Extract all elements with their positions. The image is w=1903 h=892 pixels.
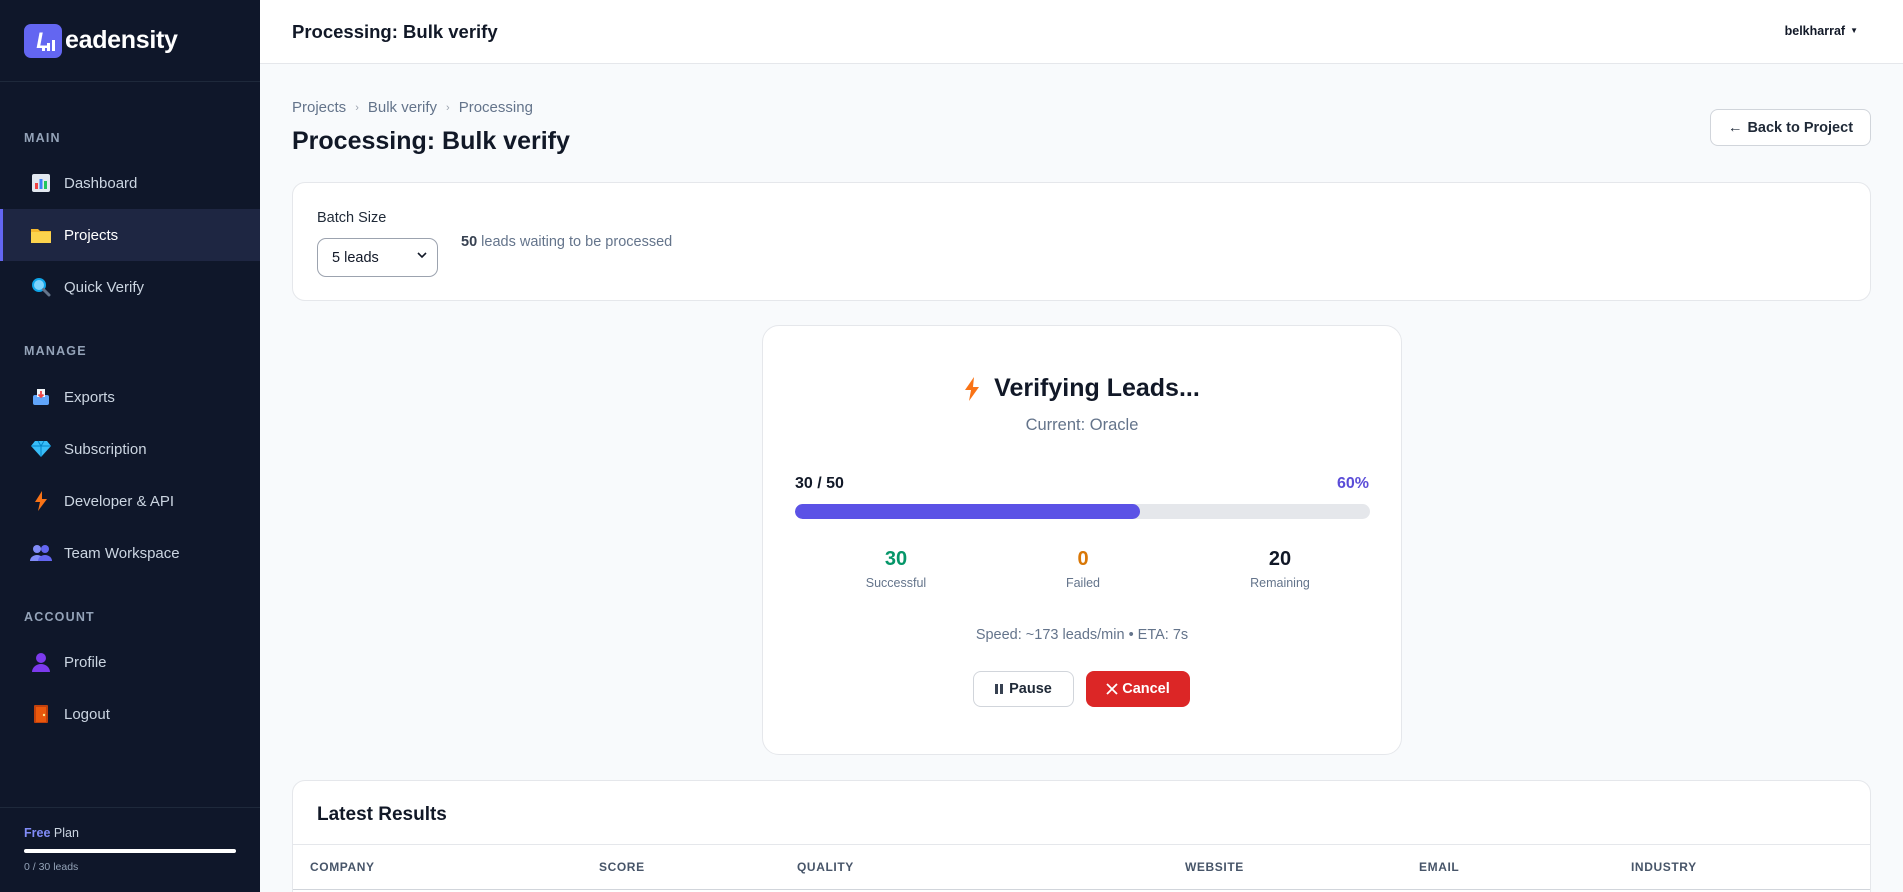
latest-results-card: Latest Results COMPANY SCORE QUALITY WEB… <box>292 780 1871 892</box>
brand[interactable]: L eadensity <box>0 0 260 82</box>
sidebar-item-label: Subscription <box>64 440 147 458</box>
progress-count: 30 / 50 <box>795 475 844 492</box>
column-header-email[interactable]: EMAIL <box>1419 860 1459 874</box>
brand-name: eadensity <box>65 26 178 54</box>
plan-tier: Free <box>24 826 51 840</box>
breadcrumb-processing: Processing <box>458 99 533 116</box>
sidebar-item-label: Exports <box>64 388 115 406</box>
plan-word: Plan <box>53 826 79 840</box>
batch-size-card: Batch Size 5 leads 50 leads waiting to b… <box>292 182 1871 301</box>
sidebar-item-label: Logout <box>64 705 110 723</box>
pause-button[interactable]: Pause <box>973 671 1074 707</box>
user-name: belkharraf <box>1784 24 1846 38</box>
lightning-icon <box>964 376 980 401</box>
divider <box>293 889 1870 890</box>
stat-failed-label: Failed <box>1065 576 1101 590</box>
topbar: Processing: Bulk verify belkharraf ▼ <box>260 0 1903 64</box>
inbox-tray-icon <box>30 386 52 408</box>
section-label-account: ACCOUNT <box>24 610 95 624</box>
stat-failed-value: 0 <box>1077 548 1089 570</box>
lightning-icon <box>30 490 52 512</box>
plan-usage-bar <box>24 849 236 853</box>
column-header-website[interactable]: WEBSITE <box>1185 860 1244 874</box>
stat-remaining-label: Remaining <box>1250 576 1310 590</box>
column-header-company[interactable]: COMPANY <box>310 860 375 874</box>
cancel-label: Cancel <box>1122 681 1170 697</box>
pause-label: Pause <box>1009 681 1052 697</box>
column-header-score[interactable]: SCORE <box>599 860 645 874</box>
sidebar-item-label: Quick Verify <box>64 278 145 296</box>
caret-down-icon: ▼ <box>1850 26 1858 35</box>
magnifier-icon <box>30 276 52 298</box>
topbar-title: Processing: Bulk verify <box>292 20 498 42</box>
sidebar-item-team-workspace[interactable]: Team Workspace <box>0 527 260 579</box>
sidebar-item-label: Team Workspace <box>64 544 180 562</box>
bar-chart-icon <box>30 172 52 194</box>
sidebar-item-projects[interactable]: Projects <box>0 209 260 261</box>
waiting-label: leads waiting to be processed <box>481 234 673 250</box>
user-menu[interactable]: belkharraf ▼ <box>1785 24 1858 38</box>
arrow-left-icon: ← <box>1727 119 1743 136</box>
progress-bar <box>795 504 1370 519</box>
progress-percent: 60% <box>1336 475 1369 492</box>
sidebar-item-label: Dashboard <box>64 174 138 192</box>
sidebar-item-profile[interactable]: Profile <box>0 636 260 688</box>
stat-successful-label: Successful <box>865 576 927 590</box>
chevron-right-icon: › <box>355 101 359 114</box>
batch-size-select[interactable]: 5 leads <box>317 238 438 277</box>
verifying-title-text: Verifying Leads... <box>994 374 1200 402</box>
folder-icon <box>30 224 52 246</box>
stat-remaining: 20 Remaining <box>1205 548 1355 590</box>
column-header-industry[interactable]: INDUSTRY <box>1631 860 1697 874</box>
stat-failed: 0 Failed <box>1008 548 1158 590</box>
gem-icon <box>30 438 52 460</box>
plan-widget: Free Plan 0 / 30 leads <box>0 807 260 892</box>
latest-results-title: Latest Results <box>317 804 447 825</box>
plan-title: Free Plan <box>24 826 236 840</box>
plan-usage: 0 / 30 leads <box>24 861 79 873</box>
progress-card: Verifying Leads... Current: Oracle 30 / … <box>762 325 1402 755</box>
sidebar-item-label: Profile <box>64 653 107 671</box>
people-icon <box>30 542 52 564</box>
waiting-text: 50 leads waiting to be processed <box>461 234 672 250</box>
sidebar-item-logout[interactable]: Logout <box>0 688 260 740</box>
sidebar-item-quick-verify[interactable]: Quick Verify <box>0 261 260 313</box>
back-button-label: Back to Project <box>1747 119 1854 136</box>
close-icon <box>1106 683 1118 695</box>
sidebar: L eadensity MAIN Dashboard Projects Quic… <box>0 0 260 892</box>
door-icon <box>30 703 52 725</box>
cancel-button[interactable]: Cancel <box>1086 671 1190 707</box>
sidebar-item-label: Projects <box>64 226 119 244</box>
batch-size-value: 5 leads <box>332 249 379 266</box>
speed-eta: Speed: ~173 leads/min • ETA: 7s <box>975 627 1189 643</box>
section-label-main: MAIN <box>24 131 61 145</box>
waiting-count: 50 <box>461 234 478 250</box>
stat-successful-value: 30 <box>884 548 908 570</box>
stat-remaining-value: 20 <box>1268 548 1292 570</box>
chevron-right-icon: › <box>446 101 450 114</box>
page-title: Processing: Bulk verify <box>292 127 570 155</box>
pause-icon <box>995 684 1004 694</box>
person-icon <box>30 651 52 673</box>
sidebar-item-dashboard[interactable]: Dashboard <box>0 157 260 209</box>
chevron-down-icon <box>417 251 427 262</box>
stat-successful: 30 Successful <box>821 548 971 590</box>
verifying-title: Verifying Leads... <box>763 374 1401 403</box>
sidebar-item-label: Developer & API <box>64 492 175 510</box>
breadcrumb-bulk-verify[interactable]: Bulk verify <box>368 99 437 116</box>
back-to-project-button[interactable]: ← Back to Project <box>1710 109 1871 146</box>
sidebar-item-exports[interactable]: Exports <box>0 371 260 423</box>
progress-bar-fill <box>795 504 1140 519</box>
batch-size-label: Batch Size <box>317 210 387 226</box>
current-lead: Current: Oracle <box>1025 416 1139 434</box>
sidebar-item-developer-api[interactable]: Developer & API <box>0 475 260 527</box>
column-header-quality[interactable]: QUALITY <box>797 860 854 874</box>
divider <box>293 844 1870 845</box>
breadcrumb: Projects › Bulk verify › Processing <box>292 99 533 116</box>
sidebar-item-subscription[interactable]: Subscription <box>0 423 260 475</box>
brand-logo-icon: L <box>24 23 62 58</box>
section-label-manage: MANAGE <box>24 344 87 358</box>
breadcrumb-projects[interactable]: Projects <box>292 99 346 116</box>
